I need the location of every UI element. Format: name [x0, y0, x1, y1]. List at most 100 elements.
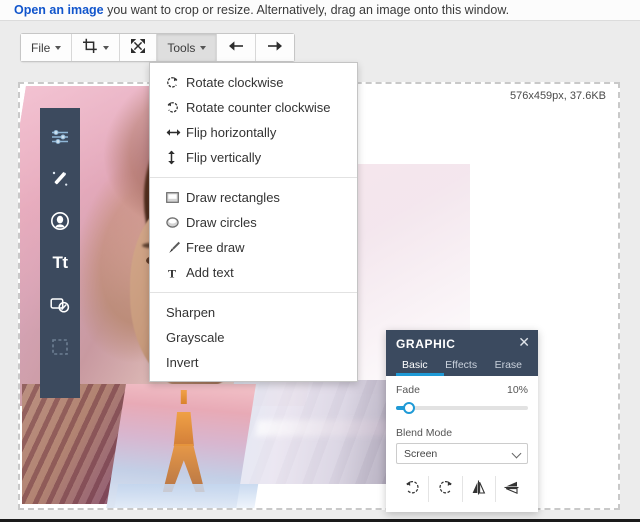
crop-icon: [82, 38, 98, 57]
panel-flip-vertical-button[interactable]: [496, 476, 528, 502]
tab-erase[interactable]: Erase: [491, 357, 526, 376]
rail-item-sticker[interactable]: [40, 284, 80, 326]
blend-mode-label: Blend Mode: [396, 427, 453, 439]
notice-text: you want to crop or resize. Alternativel…: [103, 3, 510, 17]
tools-menu-label: Tools: [167, 40, 196, 55]
menu-label: Grayscale: [166, 330, 225, 345]
frame-icon: [51, 338, 69, 356]
menu-label: Invert: [166, 355, 199, 370]
menu-separator: [150, 292, 357, 293]
crop-button[interactable]: [72, 34, 121, 61]
menu-label: Flip vertically: [186, 150, 262, 165]
file-menu-button[interactable]: File: [21, 34, 73, 61]
tab-effects[interactable]: Effects: [441, 357, 481, 376]
graphic-panel: GRAPHIC ✕ Basic Effects Erase Fade 10% B…: [386, 330, 538, 512]
chevron-down-icon: [55, 45, 62, 50]
fade-slider-track: [396, 406, 528, 410]
graphic-panel-title: GRAPHIC: [396, 337, 456, 351]
fade-slider[interactable]: [396, 401, 528, 415]
chevron-down-icon: [103, 45, 110, 50]
menu-label: Add text: [186, 265, 234, 280]
resize-button[interactable]: [120, 34, 158, 61]
rail-item-adjust[interactable]: [40, 116, 80, 158]
svg-text:T: T: [168, 267, 176, 279]
menu-item-add-text[interactable]: T Add text: [150, 260, 357, 285]
menu-separator: [150, 177, 357, 178]
rail-item-magic-wand[interactable]: [40, 158, 80, 200]
blend-mode-value: Screen: [404, 447, 438, 460]
rectangle-icon: [166, 192, 186, 203]
brush-icon: [166, 241, 186, 254]
flip-horizontal-icon: [470, 479, 487, 499]
redo-arrow-icon: [266, 39, 284, 56]
active-tab-underline: [396, 373, 444, 376]
portrait-retouch-icon: [50, 211, 70, 231]
adjust-sliders-icon: [50, 129, 70, 145]
menu-item-invert[interactable]: Invert: [150, 350, 357, 375]
tools-dropdown-menu: Rotate clockwise Rotate counter clockwis…: [149, 62, 358, 382]
rotate-counter-clockwise-icon: [404, 479, 421, 499]
menu-label: Flip horizontally: [186, 125, 277, 140]
panel-flip-horizontal-button[interactable]: [463, 476, 496, 502]
rail-item-text[interactable]: Tt: [40, 242, 80, 284]
chevron-down-icon: [200, 45, 207, 50]
menu-label: Free draw: [186, 240, 245, 255]
fade-value: 10%: [506, 384, 528, 396]
graphic-panel-actions: [396, 476, 528, 502]
undo-button[interactable]: [217, 34, 257, 61]
text-icon: T: [166, 267, 186, 279]
graphic-panel-body: Fade 10% Blend Mode Screen: [386, 376, 538, 512]
panel-rotate-counter-clockwise-button[interactable]: [396, 476, 430, 502]
graphic-panel-tabs: Basic Effects Erase: [396, 351, 528, 376]
chevron-down-icon: [511, 448, 522, 459]
redo-button[interactable]: [256, 34, 295, 61]
menu-item-free-draw[interactable]: Free draw: [150, 235, 357, 260]
graphic-panel-header: GRAPHIC ✕ Basic Effects Erase: [386, 330, 538, 376]
editor-tool-rail: Tt: [40, 108, 80, 398]
menu-item-rotate-clockwise[interactable]: Rotate clockwise: [150, 70, 357, 95]
magic-wand-icon: [50, 169, 70, 189]
menu-label: Draw rectangles: [186, 190, 280, 205]
circle-icon: [166, 217, 186, 228]
tower-upper-deck: [169, 402, 199, 412]
image-dimensions-label: 576x459px, 37.6KB: [507, 90, 608, 102]
menu-item-draw-rectangles[interactable]: Draw rectangles: [150, 185, 357, 210]
blend-mode-select[interactable]: Screen: [396, 443, 528, 464]
tower-middle: [172, 412, 196, 446]
rail-item-frame[interactable]: [40, 326, 80, 368]
resize-icon: [130, 38, 146, 57]
flip-vertical-icon: [166, 150, 186, 165]
close-icon[interactable]: ✕: [518, 335, 530, 349]
open-an-image-link[interactable]: Open an image: [14, 3, 104, 17]
eiffel-tower-shape: [157, 390, 213, 494]
menu-label: Rotate counter clockwise: [186, 100, 331, 115]
menu-label: Sharpen: [166, 305, 216, 320]
menu-item-sharpen[interactable]: Sharpen: [150, 300, 357, 325]
main-toolbar: File Tools: [20, 33, 296, 62]
menu-item-flip-horizontally[interactable]: Flip horizontally: [150, 120, 357, 145]
tools-menu-button[interactable]: Tools: [157, 34, 218, 61]
sticker-icon: [50, 296, 70, 314]
fade-slider-thumb[interactable]: [403, 402, 416, 414]
collage-bottom-fade: [113, 484, 259, 508]
file-menu-label: File: [31, 40, 51, 55]
text-tool-icon: Tt: [52, 253, 68, 272]
rotate-clockwise-icon: [166, 76, 186, 89]
image-editor-app: Open an image you want to crop or resize…: [0, 0, 640, 522]
flip-horizontal-icon: [166, 127, 186, 138]
rotate-counter-clockwise-icon: [166, 101, 186, 114]
fade-row: Fade 10%: [396, 384, 528, 396]
open-image-notice: Open an image you want to crop or resize…: [0, 0, 640, 21]
menu-label: Draw circles: [186, 215, 257, 230]
menu-item-flip-vertically[interactable]: Flip vertically: [150, 145, 357, 170]
menu-item-draw-circles[interactable]: Draw circles: [150, 210, 357, 235]
rail-item-portrait[interactable]: [40, 200, 80, 242]
rotate-clockwise-icon: [437, 479, 454, 499]
undo-arrow-icon: [227, 39, 245, 56]
fade-label: Fade: [396, 384, 420, 396]
menu-item-rotate-counter-clockwise[interactable]: Rotate counter clockwise: [150, 95, 357, 120]
menu-label: Rotate clockwise: [186, 75, 284, 90]
menu-item-grayscale[interactable]: Grayscale: [150, 325, 357, 350]
panel-rotate-clockwise-button[interactable]: [429, 476, 463, 502]
flip-vertical-icon: [503, 479, 520, 499]
